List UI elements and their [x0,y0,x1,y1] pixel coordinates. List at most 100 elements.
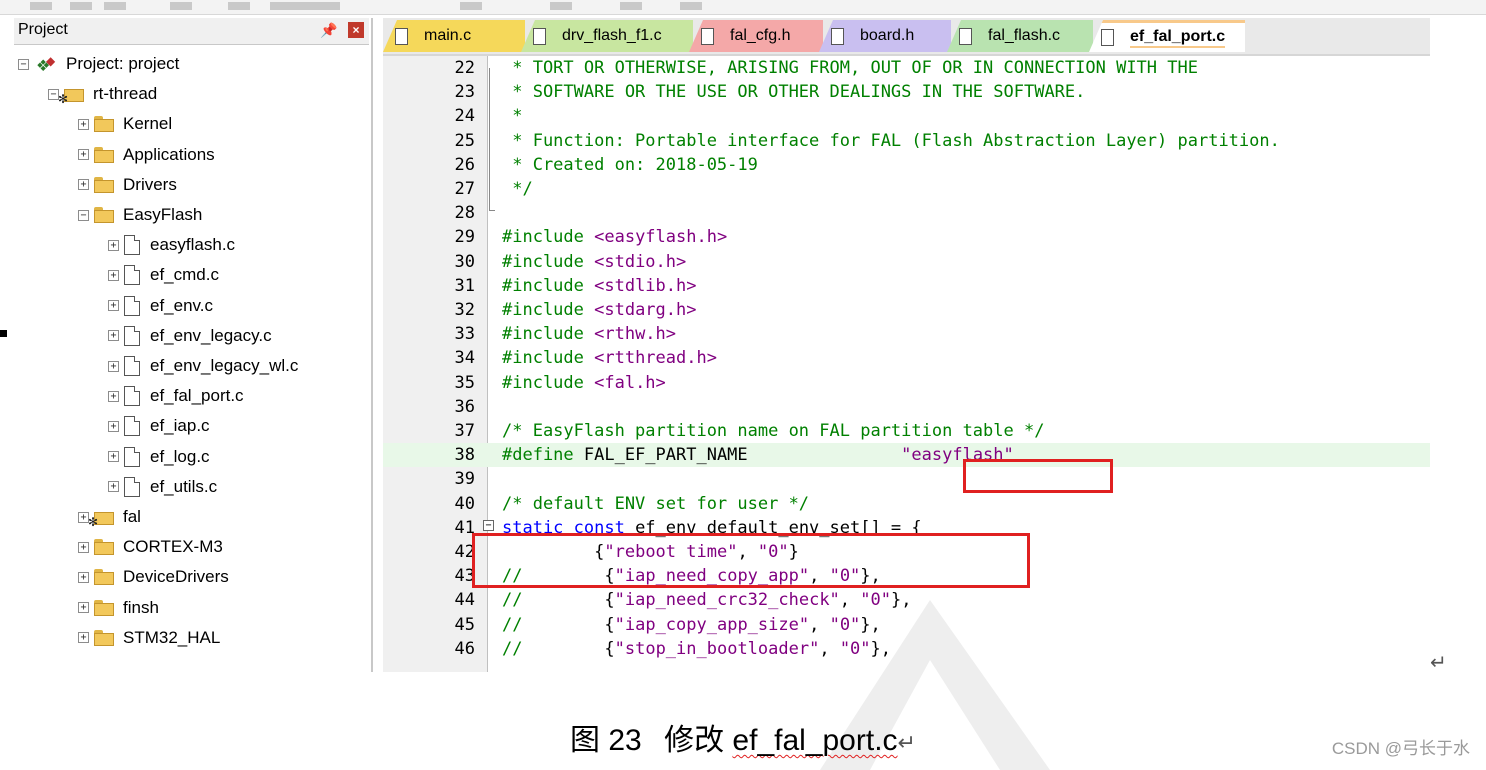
tree-item[interactable]: + finsh [78,594,159,622]
tree-expander-icon[interactable]: + [108,269,119,281]
tree-expander-icon[interactable]: − [18,58,29,70]
code-token: #include [502,348,595,369]
tree-item[interactable]: + CORTEX-M3 [78,533,223,561]
line-number: 27 [454,179,475,199]
tree-item[interactable]: + easyflash.c [108,231,235,259]
tree-expander-icon[interactable]: + [78,149,89,161]
tree-item[interactable]: + ef_env.c [108,292,213,320]
line-number: 26 [454,154,475,175]
project-pane-title: Project [18,21,68,38]
line-number: 28 [454,203,475,224]
line-number: 35 [454,372,475,393]
toolbar-button[interactable] [620,2,642,10]
code-token: <rthw.h> [594,324,677,345]
tree-item[interactable]: + ef_cmd.c [108,261,219,289]
file-icon [124,325,140,346]
tree-expander-icon[interactable]: + [78,118,89,130]
tree-item[interactable]: + Drivers [78,171,177,199]
code-line: 27 */ [383,177,1430,201]
code-text: // {"stop_in_bootloader", "0"}, [502,639,891,659]
tab-drv-flash-f1-c[interactable]: drv_flash_f1.c [521,20,693,52]
tab-main-c[interactable]: main.c [383,20,525,52]
toolbar-button[interactable] [104,2,126,10]
editor-tab-strip: main.c drv_flash_f1.c fal_cfg.h board.h fal_… [383,18,1430,56]
code-text: #include <stdarg.h> [502,300,696,320]
code-text: /* EasyFlash partition name on FAL parti… [502,421,1044,441]
project-pane: Project 📌 × −❖◆Project: project−rt-threa… [14,18,373,672]
tree-expander-icon[interactable]: + [108,451,119,463]
tree-item[interactable]: + ef_iap.c [108,412,210,440]
code-line: 26 * Created on: 2018-05-19 [383,153,1430,177]
tree-item-label: Kernel [123,114,173,134]
code-token: { [604,590,615,611]
code-text: #include <fal.h> [502,373,666,393]
tree-expander-icon[interactable]: + [78,602,89,614]
tab-label: board.h [860,27,915,44]
toolbar-button[interactable] [680,2,702,10]
file-icon [831,27,844,45]
folder-open-icon [94,207,116,223]
tree-item[interactable]: + ef_env_legacy.c [108,322,272,350]
toolbar-button[interactable] [228,2,250,10]
close-icon[interactable]: × [348,22,364,38]
code-token: /* default ENV set for user */ [502,493,810,514]
toolbar-button[interactable] [460,2,482,10]
toolbar-target-select[interactable] [270,2,340,10]
tree-expander-icon[interactable]: + [78,632,89,644]
toolbar-button[interactable] [70,2,92,10]
code-line: 31 #include <stdlib.h> [383,274,1430,298]
code-token: <fal.h> [594,372,666,393]
tree-item[interactable]: + ef_utils.c [108,473,217,501]
tree-expander-icon[interactable]: + [108,420,119,432]
tab-fal-flash-c[interactable]: fal_flash.c [947,20,1093,52]
tree-expander-icon[interactable]: + [108,390,119,402]
tree-item[interactable]: + DeviceDrivers [78,563,229,591]
tree-expander-icon[interactable]: + [78,179,89,191]
code-text: #include <rtthread.h> [502,348,717,368]
code-token: "0" [829,614,861,635]
tree-item[interactable]: + ef_env_legacy_wl.c [108,352,298,380]
tree-item[interactable]: + Applications [78,141,215,169]
highlight-box-default-env [472,533,1030,588]
tree-item[interactable]: +fal [78,503,141,531]
tree-item[interactable]: − EasyFlash [78,201,202,229]
tab-label: ef_fal_port.c [1130,28,1226,48]
tab-board-h[interactable]: board.h [819,20,951,52]
tree-item[interactable]: − ❖ ◆ Project: project [18,50,179,78]
tree-expander-icon[interactable]: + [108,300,119,312]
tree-expander-icon[interactable]: + [108,239,119,251]
line-number: 31 [454,275,475,296]
tab-ef-fal-port-c[interactable]: ef_fal_port.c [1089,20,1245,52]
tree-item[interactable]: −rt-thread [48,80,157,108]
toolbar-button[interactable] [30,2,52,10]
tree-expander-icon[interactable]: − [78,209,89,221]
toolbar-button[interactable] [550,2,572,10]
tree-expander-icon[interactable]: + [78,571,89,583]
tab-fal-cfg-h[interactable]: fal_cfg.h [689,20,823,52]
code-token: "iap_need_crc32_check" [614,590,840,611]
tree-item[interactable]: + ef_fal_port.c [108,382,244,410]
tab-label: main.c [424,27,472,44]
tree-expander-icon[interactable]: + [108,360,119,372]
tree-item[interactable]: + ef_log.c [108,443,210,471]
code-token: * Function: Portable interface for FAL (… [502,130,1280,151]
tree-item[interactable]: + STM32_HAL [78,624,220,652]
code-token: "0" [860,590,891,611]
tree-expander-icon[interactable]: + [78,541,89,553]
tree-item-label: Drivers [123,174,177,194]
code-text: * SOFTWARE OR THE USE OR OTHER DEALINGS … [502,82,1085,102]
tree-expander-icon[interactable]: + [108,481,119,493]
code-line: 34 #include <rtthread.h> [383,346,1430,370]
toolbar-button[interactable] [170,2,192,10]
gear-folder-icon [88,509,116,529]
tree-expander-icon[interactable]: + [108,330,119,342]
line-number: 30 [454,251,475,272]
tree-item[interactable]: + Kernel [78,110,172,138]
tree-item-label: ef_env_legacy.c [150,325,272,345]
code-area[interactable]: 22 * TORT OR OTHERWISE, ARISING FROM, OU… [383,56,1430,672]
line-number: 23 [454,82,475,103]
code-line: 38 #define FAL_EF_PART_NAME "easyflash" [383,443,1430,468]
fold-collapse-icon[interactable]: − [483,519,494,531]
line-number: 33 [454,324,475,345]
pin-icon[interactable]: 📌 [320,22,337,38]
